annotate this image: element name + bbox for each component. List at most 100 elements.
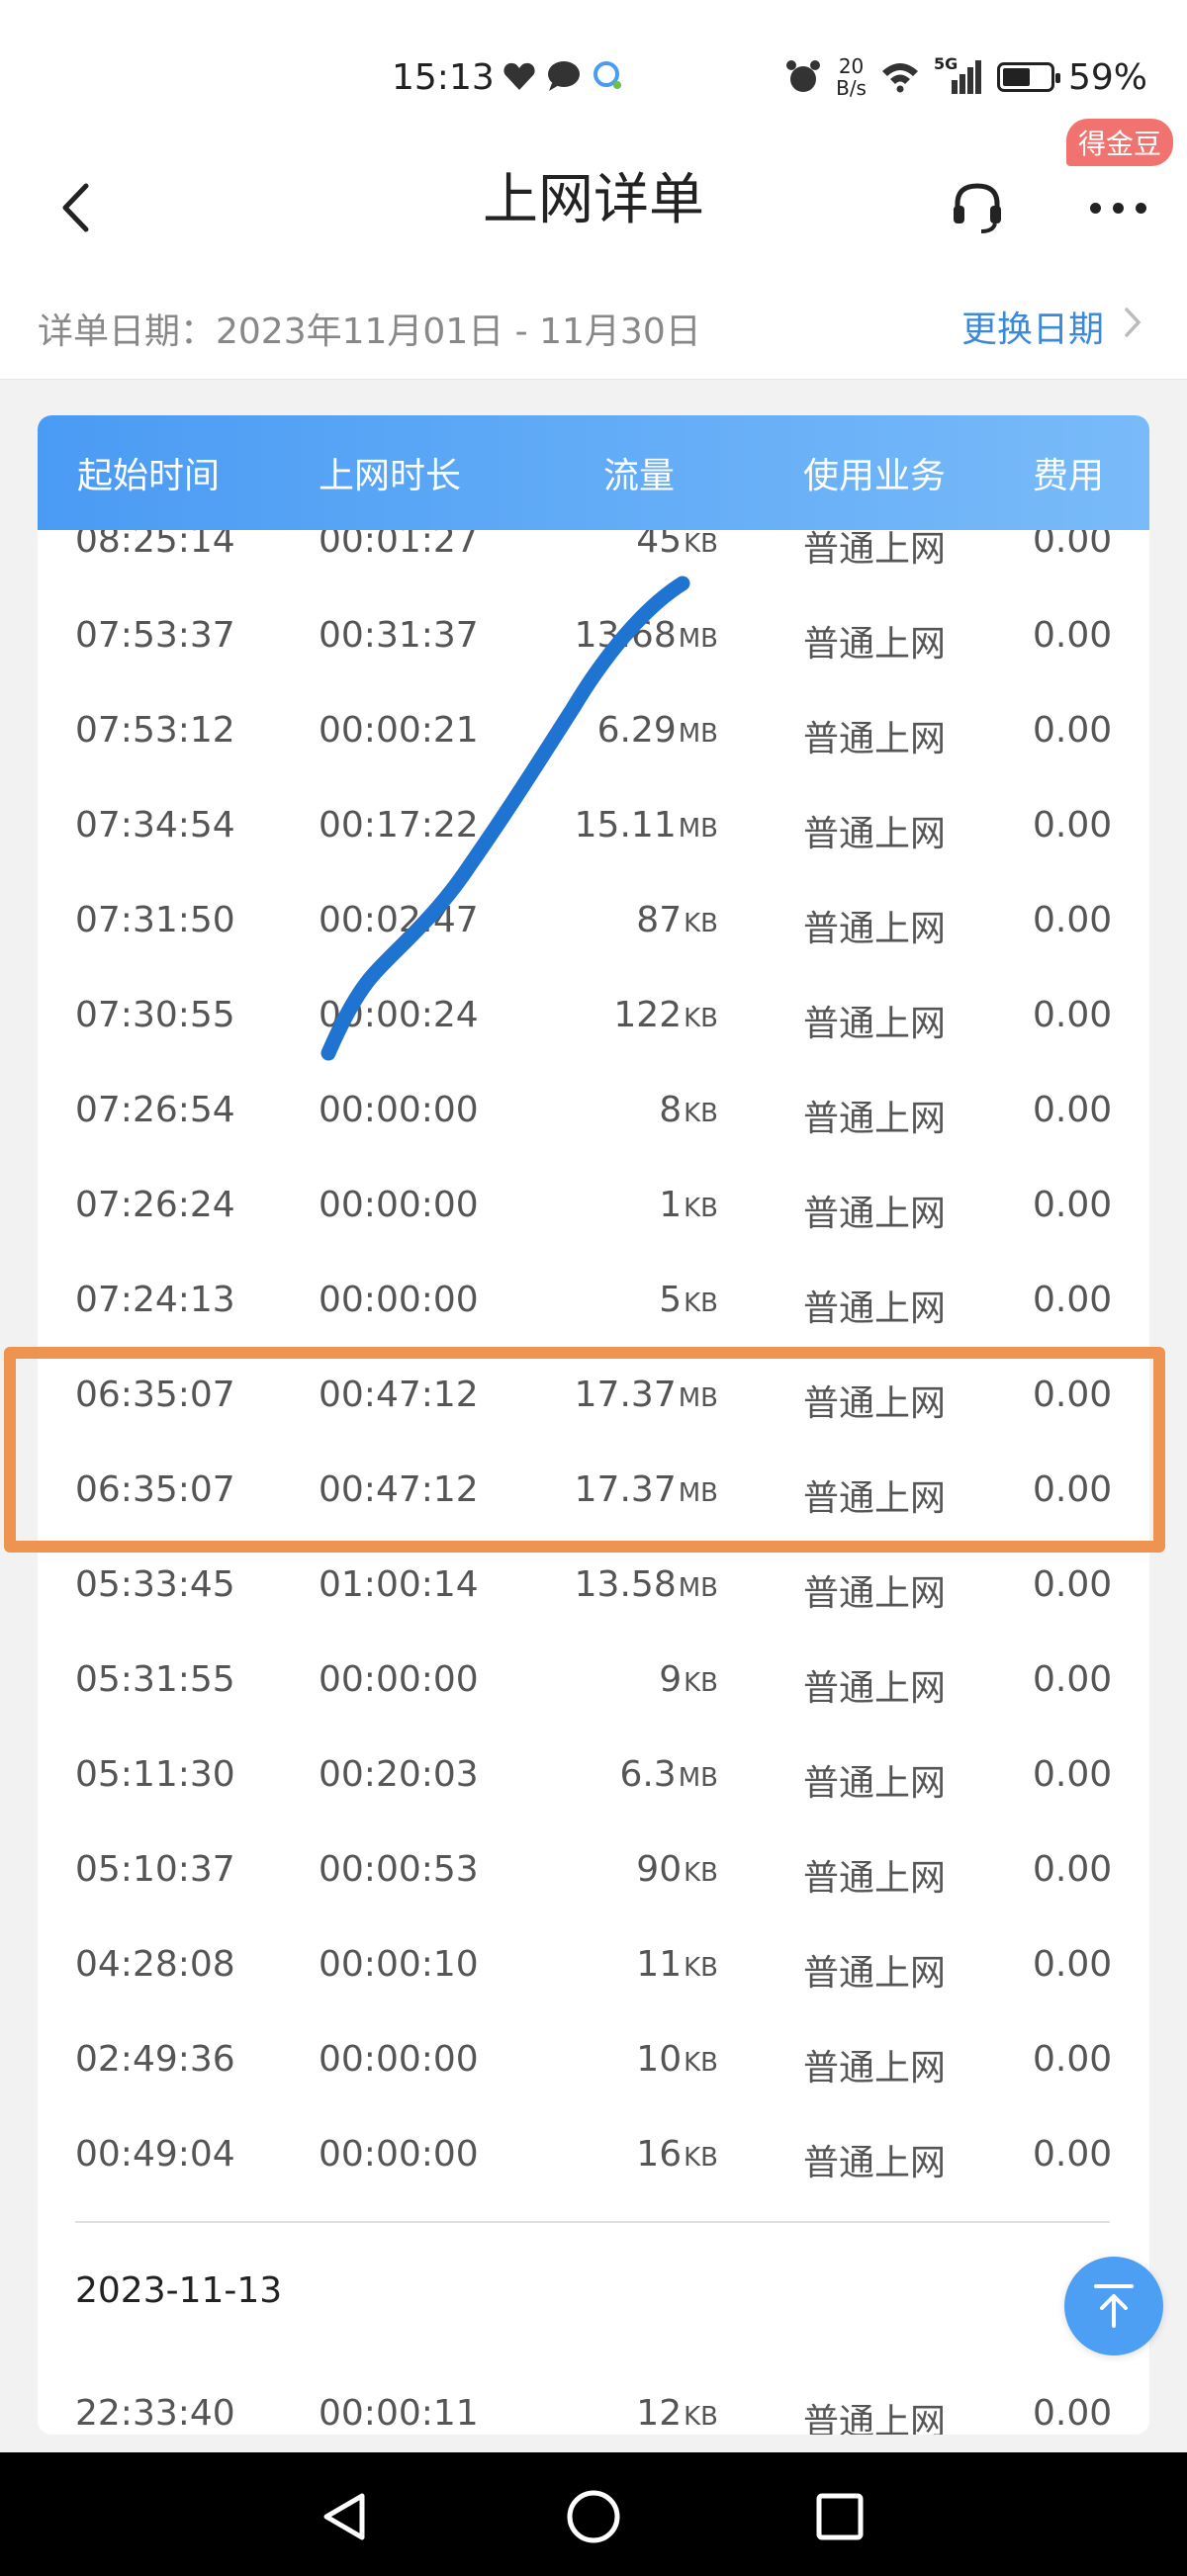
usage-table-card: 起始时间 上网时长 流量 使用业务 费用 08:25:14 00:01:27 普通上… bbox=[38, 415, 1149, 2435]
usage-amount: 45 bbox=[636, 530, 683, 561]
battery-level bbox=[1002, 68, 1030, 86]
cell-start-time: 05:11:30 bbox=[75, 1754, 235, 1795]
cell-data-usage: 6.3MB bbox=[619, 1754, 718, 1795]
change-date-button[interactable]: 更换日期 bbox=[961, 301, 1141, 352]
cell-duration: 00:00:11 bbox=[319, 2393, 479, 2434]
cell-service: 普通上网 bbox=[803, 1194, 947, 1234]
table-row[interactable]: 06:35:07 00:47:12 普通上网 0.00 17.37MB bbox=[38, 1446, 1149, 1541]
cell-service: 普通上网 bbox=[803, 1004, 947, 1044]
usage-unit: KB bbox=[684, 1099, 718, 1128]
usage-unit: KB bbox=[684, 2048, 718, 2078]
chevron-right-icon bbox=[1124, 307, 1141, 347]
cell-fee: 0.00 bbox=[1033, 1185, 1113, 1225]
usage-unit: KB bbox=[684, 1194, 718, 1223]
cell-duration: 00:00:24 bbox=[319, 995, 479, 1035]
column-header: 起始时间 bbox=[77, 456, 221, 496]
table-row[interactable]: 05:11:30 00:20:03 普通上网 0.00 6.3MB bbox=[38, 1731, 1149, 1825]
cell-service: 普通上网 bbox=[803, 1099, 947, 1139]
table-row[interactable]: 07:24:13 00:00:00 普通上网 0.00 5KB bbox=[38, 1256, 1149, 1351]
cell-duration: 01:00:14 bbox=[319, 1564, 479, 1605]
chat-notification-icon bbox=[546, 59, 582, 93]
cell-fee: 0.00 bbox=[1033, 2039, 1113, 2080]
usage-amount: 87 bbox=[636, 900, 683, 940]
table-row[interactable]: 00:49:04 00:00:00 普通上网 0.00 16KB bbox=[38, 2110, 1149, 2205]
more-button[interactable] bbox=[1078, 168, 1157, 247]
cell-service: 普通上网 bbox=[803, 1858, 947, 1899]
table-row[interactable]: 07:53:37 00:31:37 普通上网 0.00 13.68MB bbox=[38, 591, 1149, 686]
nav-home-button[interactable] bbox=[559, 2482, 628, 2551]
nav-back-button[interactable] bbox=[311, 2482, 380, 2551]
table-row[interactable]: 07:26:54 00:00:00 普通上网 0.00 8KB bbox=[38, 1066, 1149, 1161]
cell-data-usage: 87KB bbox=[636, 900, 718, 940]
usage-amount: 10 bbox=[636, 2039, 683, 2080]
cell-start-time: 00:49:04 bbox=[75, 2134, 235, 2175]
cell-service: 普通上网 bbox=[803, 1383, 947, 1424]
usage-amount: 15.11 bbox=[574, 805, 677, 845]
usage-unit: KB bbox=[684, 2143, 718, 2173]
cell-data-usage: 13.68MB bbox=[575, 615, 718, 656]
table-row[interactable]: 07:53:12 00:00:21 普通上网 0.00 6.29MB bbox=[38, 686, 1149, 781]
customer-service-button[interactable] bbox=[938, 168, 1017, 247]
table-row[interactable]: 07:26:24 00:00:00 普通上网 0.00 1KB bbox=[38, 1161, 1149, 1256]
cell-start-time: 05:31:55 bbox=[75, 1659, 235, 1700]
usage-amount: 11 bbox=[636, 1944, 683, 1985]
square-recents-icon bbox=[816, 2493, 864, 2540]
cell-duration: 00:31:37 bbox=[319, 615, 479, 656]
cell-data-usage: 9KB bbox=[659, 1659, 718, 1700]
cell-start-time: 07:24:13 bbox=[75, 1280, 235, 1320]
cell-fee: 0.00 bbox=[1033, 900, 1113, 940]
cell-data-usage: 45KB bbox=[636, 530, 718, 561]
table-row[interactable]: 05:33:45 01:00:14 普通上网 0.00 13.58MB bbox=[38, 1541, 1149, 1636]
cell-data-usage: 90KB bbox=[636, 1849, 718, 1890]
cell-duration: 00:00:00 bbox=[319, 2039, 479, 2080]
cell-service: 普通上网 bbox=[803, 624, 947, 665]
group-date-heading: 2023-11-13 bbox=[75, 2270, 283, 2311]
cell-service: 普通上网 bbox=[803, 2143, 947, 2183]
cell-service: 普通上网 bbox=[803, 1953, 947, 1994]
table-row[interactable]: 05:31:55 00:00:00 普通上网 0.00 9KB bbox=[38, 1636, 1149, 1731]
usage-amount: 12 bbox=[636, 2393, 683, 2434]
table-row[interactable]: 22:33:40 00:00:11 普通上网 0.00 12KB bbox=[38, 2369, 1149, 2435]
cell-service: 普通上网 bbox=[803, 1668, 947, 1709]
status-indicators: 20 B/s 5G 59% bbox=[784, 54, 1147, 99]
usage-unit: KB bbox=[684, 909, 718, 938]
table-row[interactable]: 02:49:36 00:00:00 普通上网 0.00 10KB bbox=[38, 2015, 1149, 2110]
cell-duration: 00:02:47 bbox=[319, 900, 479, 940]
cell-data-usage: 1KB bbox=[659, 1185, 718, 1225]
table-row[interactable]: 04:28:08 00:00:10 普通上网 0.00 11KB bbox=[38, 1920, 1149, 2015]
cell-service: 普通上网 bbox=[803, 2402, 947, 2435]
date-bar: 详单日期：2023年11月01日 - 11月30日 更换日期 bbox=[0, 277, 1187, 380]
cell-data-usage: 6.29MB bbox=[597, 710, 718, 751]
cell-fee: 0.00 bbox=[1033, 1564, 1113, 1605]
usage-unit: MB bbox=[678, 814, 718, 844]
battery-percent: 59% bbox=[1067, 56, 1147, 98]
cell-data-usage: 5KB bbox=[659, 1280, 718, 1320]
back-to-top-button[interactable] bbox=[1064, 2257, 1163, 2355]
nav-recents-button[interactable] bbox=[805, 2482, 874, 2551]
cell-fee: 0.00 bbox=[1033, 1469, 1113, 1510]
table-row[interactable]: 08:25:14 00:01:27 普通上网 0.00 45KB bbox=[38, 530, 1149, 591]
gold-bean-badge[interactable]: 得金豆 bbox=[1066, 119, 1174, 166]
cell-start-time: 02:49:36 bbox=[75, 2039, 235, 2080]
cell-start-time: 08:25:14 bbox=[75, 530, 235, 561]
cell-data-usage: 11KB bbox=[636, 1944, 718, 1985]
table-row[interactable]: 07:31:50 00:02:47 普通上网 0.00 87KB bbox=[38, 876, 1149, 971]
usage-amount: 8 bbox=[659, 1090, 683, 1130]
cell-data-usage: 10KB bbox=[636, 2039, 718, 2080]
status-time: 15:13 bbox=[392, 57, 495, 98]
column-header: 费用 bbox=[1033, 456, 1105, 496]
arrow-up-icon bbox=[1094, 2284, 1134, 2328]
cell-start-time: 05:10:37 bbox=[75, 1849, 235, 1890]
cell-service: 普通上网 bbox=[803, 1763, 947, 1804]
cell-start-time: 06:35:07 bbox=[75, 1375, 235, 1415]
table-body[interactable]: 08:25:14 00:01:27 普通上网 0.00 45KB 07:53:37 00:3… bbox=[38, 530, 1149, 2435]
cell-duration: 00:00:00 bbox=[319, 1185, 479, 1225]
table-row[interactable]: 07:34:54 00:17:22 普通上网 0.00 15.11MB bbox=[38, 781, 1149, 876]
usage-amount: 5 bbox=[659, 1280, 683, 1320]
usage-amount: 1 bbox=[659, 1185, 683, 1225]
cell-service: 普通上网 bbox=[803, 1478, 947, 1519]
cell-start-time: 07:53:12 bbox=[75, 710, 235, 751]
table-row[interactable]: 06:35:07 00:47:12 普通上网 0.00 17.37MB bbox=[38, 1351, 1149, 1446]
table-row[interactable]: 05:10:37 00:00:53 普通上网 0.00 90KB bbox=[38, 1825, 1149, 1920]
table-row[interactable]: 07:30:55 00:00:24 普通上网 0.00 122KB bbox=[38, 971, 1149, 1066]
